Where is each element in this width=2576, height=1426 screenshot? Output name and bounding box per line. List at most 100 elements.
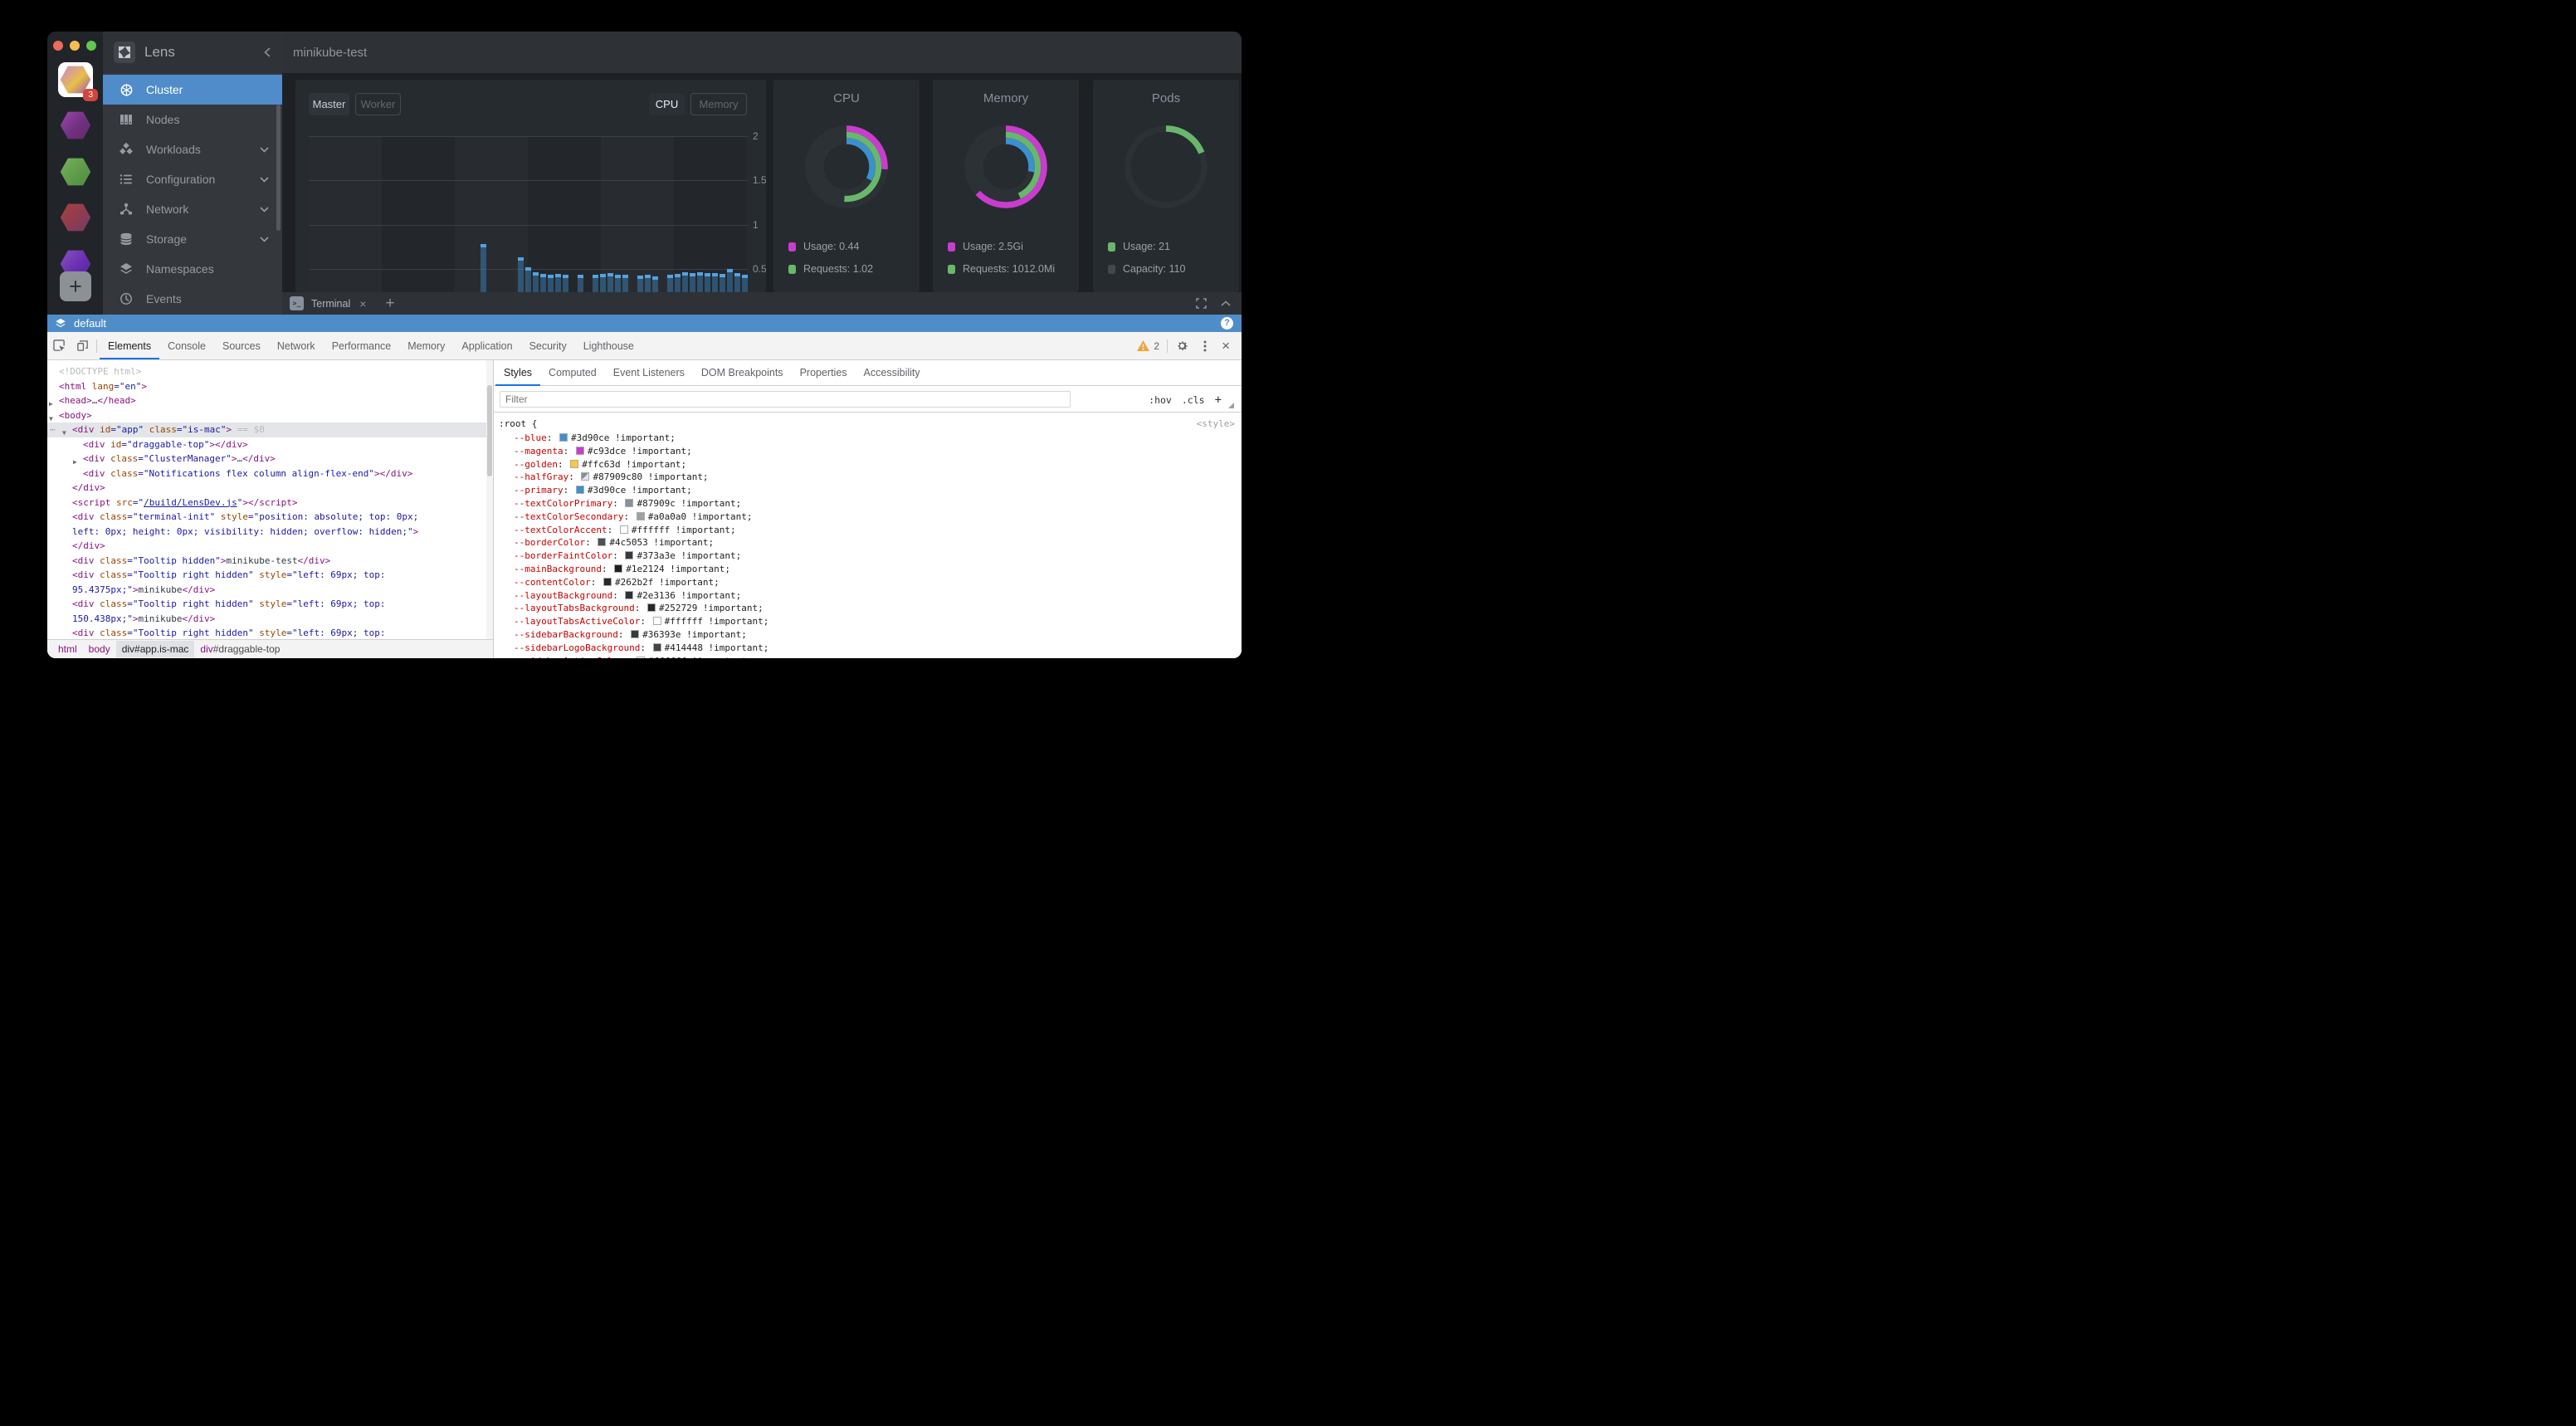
color-swatch[interactable]: [576, 486, 584, 494]
devtools-tab-elements[interactable]: Elements: [100, 332, 159, 359]
css-property-row[interactable]: --borderFaintColor: #373a3e !important;: [494, 549, 1242, 563]
zoom-window-button[interactable]: [86, 41, 96, 51]
devtools-tab-security[interactable]: Security: [521, 332, 575, 359]
dom-tree-row[interactable]: <div class="Tooltip hidden">minikube-tes…: [47, 554, 486, 569]
css-property-row[interactable]: --textColorPrimary: #87909c !important;: [494, 497, 1242, 510]
devtools-tab-memory[interactable]: Memory: [399, 332, 453, 359]
color-swatch[interactable]: [653, 617, 661, 625]
minimize-window-button[interactable]: [70, 41, 80, 51]
devtools-menu-icon[interactable]: [1193, 332, 1217, 359]
dom-tree-row[interactable]: 150.438px;">minikube</div>: [47, 612, 486, 627]
stylesheet-link[interactable]: <style>: [1197, 418, 1235, 429]
namespace-name[interactable]: default: [74, 317, 106, 330]
dom-tree-row[interactable]: left: 0px; height: 0px; visibility: hidd…: [47, 525, 486, 540]
chevron-down-icon[interactable]: [260, 147, 269, 153]
dom-tree-row[interactable]: </div>: [47, 539, 486, 554]
console-warnings-badge[interactable]: 2: [1132, 340, 1164, 352]
dom-tree-row[interactable]: <div class="Notifications flex column al…: [47, 466, 486, 481]
dom-tree-row[interactable]: <html lang="en">: [47, 379, 486, 394]
css-property-row[interactable]: --layoutTabsBackground: #252729 !importa…: [494, 602, 1242, 615]
terminal-close-icon[interactable]: ×: [359, 297, 366, 310]
toggle-classes-button[interactable]: .cls: [1182, 394, 1205, 406]
color-swatch[interactable]: [581, 472, 589, 481]
color-swatch[interactable]: [637, 657, 645, 658]
dom-tree-row[interactable]: <script src="/build/LensDev.js"></script…: [47, 496, 486, 510]
cluster-icon-4[interactable]: [58, 201, 93, 234]
terminal-tab[interactable]: Terminal: [311, 298, 350, 310]
sidebar-item-events[interactable]: Events: [103, 284, 282, 314]
css-property-row[interactable]: --mainBackground: #1e2124 !important;: [494, 563, 1242, 576]
memory-metric-tab[interactable]: Memory: [690, 93, 747, 115]
breadcrumb-item[interactable]: html: [52, 641, 83, 657]
chevron-down-icon[interactable]: [260, 177, 269, 183]
dom-tree-row[interactable]: <div id="draggable-top"></div>: [47, 437, 486, 452]
color-swatch[interactable]: [625, 499, 633, 507]
terminal-add-icon[interactable]: +: [385, 295, 394, 313]
dom-tree-row[interactable]: <div class="Tooltip right hidden" style=…: [47, 597, 486, 612]
sidebar-item-configuration[interactable]: Configuration: [103, 164, 282, 194]
color-swatch[interactable]: [625, 591, 633, 599]
styles-tab-styles[interactable]: Styles: [495, 360, 540, 386]
chevron-down-icon[interactable]: [260, 237, 269, 242]
sidebar-item-workloads[interactable]: Workloads: [103, 134, 282, 164]
devtools-close-icon[interactable]: ×: [1217, 338, 1235, 354]
terminal-expand-icon[interactable]: [1196, 298, 1207, 309]
device-toolbar-icon[interactable]: [71, 332, 94, 359]
css-property-row[interactable]: --golden: #ffc63d !important;: [494, 458, 1242, 471]
dom-tree-row[interactable]: </div>: [47, 481, 486, 496]
cpu-metric-tab[interactable]: CPU: [649, 93, 685, 115]
sidebar-collapse-icon[interactable]: [264, 47, 271, 57]
breadcrumb-item[interactable]: div#draggable-top: [194, 641, 285, 657]
dom-tree-row[interactable]: <div class="Tooltip right hidden" style=…: [47, 568, 486, 583]
sidebar-item-cluster[interactable]: Cluster: [103, 75, 282, 105]
breadcrumb-item[interactable]: body: [83, 641, 116, 657]
color-swatch[interactable]: [614, 564, 622, 573]
css-property-row[interactable]: --sidebarLogoBackground: #414448 !import…: [494, 642, 1242, 655]
styles-tab-dom-breakpoints[interactable]: DOM Breakpoints: [693, 360, 792, 386]
color-swatch[interactable]: [576, 447, 584, 455]
css-property-row[interactable]: --magenta: #c93dce !important;: [494, 445, 1242, 458]
new-style-rule-button[interactable]: +: [1215, 393, 1222, 407]
dom-tree-scrollbar[interactable]: [486, 360, 493, 639]
styles-tab-event-listeners[interactable]: Event Listeners: [605, 360, 693, 386]
css-property-row[interactable]: --textColorAccent: #ffffff !important;: [494, 524, 1242, 537]
color-swatch[interactable]: [631, 630, 639, 638]
help-button[interactable]: ?: [1221, 317, 1233, 330]
color-swatch[interactable]: [559, 433, 568, 442]
color-swatch[interactable]: [570, 460, 578, 468]
dom-tree-row[interactable]: ⋯▼<div id="app" class="is-mac"> == $0: [47, 422, 486, 437]
dom-tree-row[interactable]: ▶<div class="ClusterManager">…</div>: [47, 452, 486, 466]
cluster-icon-1[interactable]: 3: [58, 62, 93, 97]
devtools-tab-lighthouse[interactable]: Lighthouse: [575, 332, 642, 359]
sidebar-scrollbar[interactable]: [276, 105, 281, 231]
styles-filter-input[interactable]: [500, 391, 1071, 408]
inspect-element-icon[interactable]: [47, 332, 71, 359]
dom-tree-row[interactable]: <div class="Tooltip right hidden" style=…: [47, 626, 486, 641]
breadcrumb-item[interactable]: div#app.is-mac: [116, 641, 195, 657]
css-selector[interactable]: :root {: [499, 418, 537, 429]
color-swatch[interactable]: [647, 603, 656, 612]
css-property-row[interactable]: --textColorSecondary: #a0a0a0 !important…: [494, 510, 1242, 524]
devtools-tab-application[interactable]: Application: [453, 332, 520, 359]
color-swatch[interactable]: [603, 578, 612, 586]
sidebar-item-network[interactable]: Network: [103, 194, 282, 224]
dom-tree-row[interactable]: 95.4375px;">minikube</div>: [47, 583, 486, 598]
devtools-tab-performance[interactable]: Performance: [324, 332, 400, 359]
color-swatch[interactable]: [620, 525, 628, 534]
cluster-icon-3[interactable]: [58, 155, 93, 188]
styles-tab-accessibility[interactable]: Accessibility: [856, 360, 929, 386]
sidebar-item-storage[interactable]: Storage: [103, 224, 282, 254]
chevron-down-icon[interactable]: [260, 207, 269, 212]
css-property-row[interactable]: --blue: #3d90ce !important;: [494, 432, 1242, 445]
css-property-row[interactable]: --layoutTabsActiveColor: #ffffff !import…: [494, 615, 1242, 628]
styles-tab-computed[interactable]: Computed: [540, 360, 605, 386]
more-actions-icon[interactable]: ⋯: [50, 422, 56, 437]
css-property-row[interactable]: --borderColor: #4c5053 !important;: [494, 536, 1242, 549]
master-tab[interactable]: Master: [309, 93, 349, 115]
color-swatch[interactable]: [625, 551, 633, 559]
cluster-icon-2[interactable]: [58, 109, 93, 142]
dom-tree-row[interactable]: ▼<body>: [47, 408, 486, 423]
devtools-tab-console[interactable]: Console: [159, 332, 214, 359]
toggle-pseudo-button[interactable]: :hov: [1149, 394, 1172, 406]
devtools-tab-network[interactable]: Network: [269, 332, 324, 359]
